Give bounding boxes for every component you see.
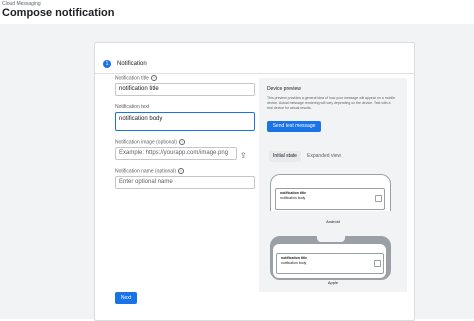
upload-icon[interactable]: ⇪ <box>240 151 247 160</box>
image-icon <box>374 260 381 267</box>
notification-title-label: Notification title? <box>115 75 157 81</box>
send-test-message-button[interactable]: Send test message <box>267 121 321 132</box>
device-preview-title: Device preview <box>267 86 301 92</box>
notification-image-label: Notification image (optional)? <box>115 139 185 145</box>
help-icon[interactable]: ? <box>150 75 157 81</box>
page-title: Compose notification <box>2 7 115 19</box>
card-header[interactable]: 1 Notification <box>95 43 414 74</box>
notification-text-label-text: Notification text <box>115 104 150 110</box>
notification-title-input[interactable]: notification title <box>115 83 255 96</box>
notification-text-label: Notification text <box>115 104 149 110</box>
device-preview-panel: Device preview This preview provides a g… <box>259 78 407 292</box>
step-number: 1 <box>103 60 111 68</box>
notification-text-input[interactable]: notification body <box>115 112 255 131</box>
help-icon[interactable]: ? <box>178 139 185 145</box>
step-title: Notification <box>117 61 147 67</box>
page-header: Cloud Messaging Compose notification <box>0 0 474 24</box>
notification-image-placeholder: Example: https://yourapp.com/image.png <box>119 150 229 156</box>
image-icon <box>375 195 382 202</box>
android-label: Android <box>326 219 340 224</box>
notification-text-value: notification body <box>119 116 163 122</box>
notification-name-label: Notification name (optional)? <box>115 168 184 174</box>
notification-name-placeholder: Enter optional name <box>119 179 173 185</box>
android-notification-body: notification body <box>280 196 306 200</box>
notification-image-label-text: Notification image (optional) <box>115 139 177 146</box>
notification-name-input[interactable]: Enter optional name <box>115 176 255 189</box>
device-preview-description: This preview provides a general idea of … <box>267 96 396 110</box>
next-button[interactable]: Next <box>115 292 137 304</box>
apple-notification-body: notification body <box>281 261 307 265</box>
apple-notification-title: notification title <box>281 256 308 260</box>
notification-name-label-text: Notification name (optional) <box>115 168 176 175</box>
notification-title-label-text: Notification title <box>115 75 149 82</box>
notification-title-value: notification title <box>119 86 159 92</box>
notification-image-input[interactable]: Example: https://yourapp.com/image.png <box>115 147 237 160</box>
tab-expanded-view[interactable]: Expanded view <box>305 151 343 162</box>
android-notification: notification title notification body <box>275 188 385 210</box>
apple-notch <box>317 236 345 242</box>
help-icon[interactable]: ? <box>177 168 184 174</box>
apple-notification: notification title notification body <box>276 253 384 274</box>
apple-label: Apple <box>327 280 339 285</box>
android-notification-title: notification title <box>280 191 307 195</box>
tab-initial-state[interactable]: Initial state <box>269 151 301 162</box>
